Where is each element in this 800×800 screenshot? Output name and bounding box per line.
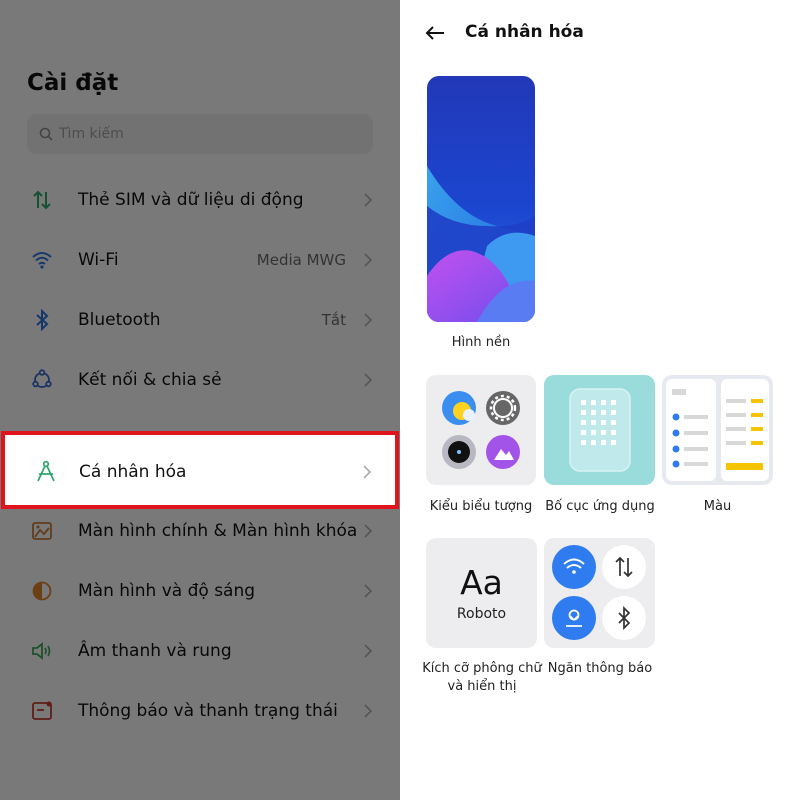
icon-style-tile[interactable] — [426, 375, 536, 485]
settings-panel: Cài đặt Tìm kiếm Thẻ SIM và dữ liệu di đ… — [0, 0, 400, 800]
brightness-icon — [29, 578, 55, 604]
search-input[interactable]: Tìm kiếm — [27, 114, 373, 154]
wallpaper-label: Hình nền — [451, 335, 511, 350]
speaker-icon — [29, 638, 55, 664]
icon-style-label: Kiểu biểu tượng — [429, 499, 533, 514]
chevron-right-icon — [364, 704, 373, 718]
color-tile[interactable] — [662, 375, 773, 485]
chevron-right-icon — [364, 524, 373, 538]
settings-item-label: Bluetooth — [78, 310, 161, 330]
back-arrow-icon[interactable] — [424, 22, 446, 44]
settings-item-label: Kết nối & chia sẻ — [78, 370, 222, 390]
chevron-right-icon — [364, 313, 373, 327]
notification-icon — [29, 698, 55, 724]
data-transfer-icon — [29, 187, 55, 213]
chevron-right-icon — [364, 584, 373, 598]
chevron-right-icon — [364, 644, 373, 658]
search-placeholder: Tìm kiếm — [59, 126, 124, 142]
page-title: Cá nhân hóa — [465, 22, 584, 42]
app-layout-tile[interactable] — [544, 375, 655, 485]
wallpaper-preview[interactable] — [427, 76, 535, 322]
settings-item-label: Thông báo và thanh trạng thái — [78, 701, 338, 721]
settings-item-connection-sharing[interactable]: Kết nối & chia sẻ — [0, 350, 400, 410]
chevron-right-icon — [364, 373, 373, 387]
settings-item-label: Âm thanh và rung — [78, 641, 232, 661]
app-layout-label: Bố cục ứng dụng — [545, 499, 655, 514]
settings-item-bluetooth[interactable]: Bluetooth Tắt — [0, 290, 400, 350]
partial-item-icon — [29, 788, 55, 800]
settings-title: Cài đặt — [27, 70, 119, 96]
settings-item-personalize[interactable]: Cá nhân hóa — [1, 431, 399, 509]
settings-item-label: Thẻ SIM và dữ liệu di động — [78, 190, 304, 210]
chevron-right-icon — [363, 465, 372, 479]
settings-item-sim[interactable]: Thẻ SIM và dữ liệu di động — [0, 170, 400, 230]
settings-item-home-lock-screen[interactable]: Màn hình chính & Màn hình khóa — [0, 501, 400, 561]
wifi-icon — [29, 247, 55, 273]
settings-item-notifications-status-bar[interactable]: Thông báo và thanh trạng thái — [0, 681, 400, 741]
font-size-tile[interactable]: Aa Roboto — [426, 538, 537, 648]
notification-shade-tile[interactable] — [544, 538, 655, 648]
font-size-label-line1: Kích cỡ phông chữ — [422, 661, 542, 676]
font-sample: Aa — [460, 563, 503, 602]
settings-item-value: Tắt — [321, 311, 346, 329]
settings-item-value: Media MWG — [256, 251, 346, 269]
color-label: Màu — [703, 499, 732, 514]
share-network-icon — [29, 367, 55, 393]
settings-item-partial[interactable] — [0, 771, 400, 800]
search-icon — [39, 127, 53, 141]
font-size-label-line2: và hiển thị — [447, 679, 517, 694]
settings-item-wifi[interactable]: Wi-Fi Media MWG — [0, 230, 400, 290]
settings-item-label: Màn hình chính & Màn hình khóa — [78, 521, 358, 541]
chevron-right-icon — [364, 193, 373, 207]
wallpaper-icon — [29, 518, 55, 544]
font-name: Roboto — [456, 606, 507, 622]
personalize-panel: Cá nhân hóa Hình nền Kiểu biểu tượng Bố … — [400, 0, 800, 800]
settings-item-sound-vibration[interactable]: Âm thanh và rung — [0, 621, 400, 681]
top-bar: Cá nhân hóa — [400, 0, 800, 66]
chevron-right-icon — [364, 253, 373, 267]
settings-item-display-brightness[interactable]: Màn hình và độ sáng — [0, 561, 400, 621]
settings-item-label: Cá nhân hóa — [79, 462, 187, 482]
compass-icon — [37, 460, 55, 482]
bluetooth-icon — [29, 307, 55, 333]
settings-item-label: Màn hình và độ sáng — [78, 581, 256, 601]
settings-item-label: Wi-Fi — [78, 250, 119, 270]
notification-shade-label: Ngăn thông báo — [547, 661, 653, 676]
